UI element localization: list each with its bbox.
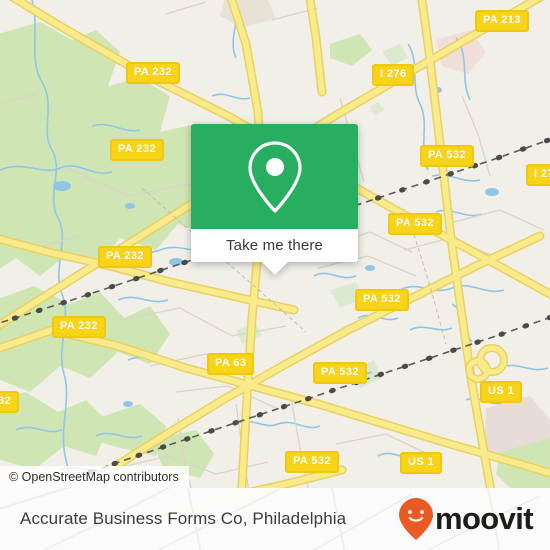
moovit-logo[interactable]: moovit <box>398 498 534 540</box>
road-shield: PA 232 <box>52 316 106 338</box>
place-title: Accurate Business Forms Co, Philadelphia <box>20 509 347 528</box>
moovit-map-screen: PA 213 I 276 PA 232 PA 232 PA 532 I 27 P… <box>0 0 550 550</box>
road-shield: US 1 <box>400 452 443 474</box>
moovit-wordmark: moovit <box>434 501 534 536</box>
take-me-there-label[interactable]: Take me there <box>191 229 358 262</box>
road-shield: US 1 <box>480 381 523 403</box>
road-shield: PA 532 <box>420 145 474 167</box>
road-shield: 32 <box>0 391 20 413</box>
road-shield: PA 213 <box>475 10 529 32</box>
road-shield: PA 232 <box>98 246 152 268</box>
road-shield: I 276 <box>372 64 415 86</box>
map-attribution[interactable]: © OpenStreetMap contributors <box>0 466 189 490</box>
moovit-smiley-pin-icon <box>398 498 433 540</box>
take-me-there-callout[interactable]: Take me there <box>191 124 358 275</box>
road-shield: PA 532 <box>285 451 339 473</box>
road-shield: PA 232 <box>126 62 180 84</box>
road-shield: PA 63 <box>207 353 255 375</box>
road-shield: PA 232 <box>110 139 164 161</box>
callout-pin-area <box>191 124 358 229</box>
footer-bar: Accurate Business Forms Co, Philadelphia… <box>0 488 550 550</box>
callout-tail-pointer <box>261 262 288 275</box>
road-shield: PA 532 <box>388 213 442 235</box>
road-shield: PA 532 <box>355 289 409 311</box>
road-shield: PA 532 <box>313 362 367 384</box>
location-pin-icon <box>247 140 302 213</box>
road-shield: I 27 <box>526 164 550 186</box>
